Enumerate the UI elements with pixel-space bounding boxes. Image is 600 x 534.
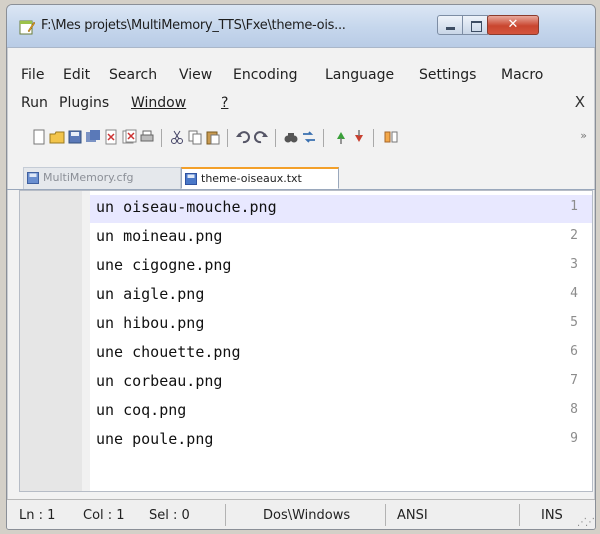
redo-icon[interactable] xyxy=(253,129,269,145)
menu-search[interactable]: Search xyxy=(109,67,157,83)
menu-plugins[interactable]: Plugins xyxy=(59,95,109,111)
text-editor[interactable]: 1 un oiseau-mouche.png 2 un moineau.png 3 une… xyxy=(19,190,593,492)
undo-icon[interactable] xyxy=(235,129,251,145)
toolbar-separator xyxy=(161,129,162,147)
toolbar-overflow-chevron[interactable]: » xyxy=(580,129,587,142)
editor-line-text[interactable]: un coq.png xyxy=(96,401,186,419)
tab-bar: MultiMemory.cfg theme-oiseaux.txt xyxy=(7,165,595,190)
title-bar[interactable]: F:\Mes projets\MultiMemory_TTS\Fxe\theme… xyxy=(7,5,595,48)
minimize-button[interactable] xyxy=(437,15,463,35)
fold-margin[interactable] xyxy=(82,191,90,491)
sync-scroll-icon[interactable] xyxy=(383,129,399,145)
maximize-button[interactable] xyxy=(462,15,488,35)
line-number: 7 xyxy=(570,373,578,388)
status-encoding: ANSI xyxy=(397,508,428,523)
close-all-icon[interactable] xyxy=(121,129,137,145)
status-separator xyxy=(385,504,386,526)
maximize-icon xyxy=(471,21,482,32)
window-title: F:\Mes projets\MultiMemory_TTS\Fxe\theme… xyxy=(41,18,346,33)
close-icon: ✕ xyxy=(507,17,519,32)
zoom-in-icon[interactable] xyxy=(333,129,349,145)
status-column: Col : 1 xyxy=(83,508,125,523)
menu-run[interactable]: Run xyxy=(21,95,48,111)
editor-window: F:\Mes projets\MultiMemory_TTS\Fxe\theme… xyxy=(6,4,596,530)
copy-icon[interactable] xyxy=(187,129,203,145)
cut-icon[interactable] xyxy=(169,129,185,145)
editor-line-text[interactable]: une poule.png xyxy=(96,430,213,448)
status-eol-format: Dos\Windows xyxy=(263,508,351,523)
toolbar-separator xyxy=(373,129,374,147)
status-selection: Sel : 0 xyxy=(149,508,190,523)
editor-line-text[interactable]: un moineau.png xyxy=(96,227,222,245)
toolbar-separator xyxy=(275,129,276,147)
status-separator xyxy=(519,504,520,526)
editor-line-text[interactable]: une chouette.png xyxy=(96,343,241,361)
line-number: 9 xyxy=(570,431,578,446)
line-number: 1 xyxy=(570,199,578,214)
line-number: 8 xyxy=(570,402,578,417)
line-number-gutter xyxy=(20,191,83,491)
line-number: 3 xyxy=(570,257,578,272)
find-icon[interactable] xyxy=(283,129,299,145)
close-document-button[interactable]: X xyxy=(575,93,585,111)
status-separator xyxy=(225,504,226,526)
toolbar-separator xyxy=(323,129,324,147)
menu-edit[interactable]: Edit xyxy=(63,67,90,83)
toolbar-separator xyxy=(227,129,228,147)
zoom-out-icon[interactable] xyxy=(351,129,367,145)
menu-view[interactable]: View xyxy=(179,67,212,83)
tab-theme-oiseaux-txt[interactable]: theme-oiseaux.txt xyxy=(181,167,339,189)
notepad-app-icon xyxy=(19,20,35,35)
line-number: 5 xyxy=(570,315,578,330)
close-file-icon[interactable] xyxy=(103,129,119,145)
status-insert-mode: INS xyxy=(541,508,563,523)
menu-macro[interactable]: Macro xyxy=(501,67,543,83)
editor-line-text[interactable]: une cigogne.png xyxy=(96,256,231,274)
line-number: 4 xyxy=(570,286,578,301)
line-number: 2 xyxy=(570,228,578,243)
editor-line-text[interactable]: un oiseau-mouche.png xyxy=(96,198,277,216)
menu-bar: File Edit Search View Encoding Language … xyxy=(7,63,595,117)
menu-settings[interactable]: Settings xyxy=(419,67,476,83)
save-icon[interactable] xyxy=(67,129,83,145)
saved-file-icon xyxy=(27,172,39,184)
save-all-icon[interactable] xyxy=(85,129,101,145)
editor-line-text[interactable]: un corbeau.png xyxy=(96,372,222,390)
open-folder-icon[interactable] xyxy=(49,129,65,145)
replace-icon[interactable] xyxy=(301,129,317,145)
editor-line-text[interactable]: un hibou.png xyxy=(96,314,204,332)
tab-label: theme-oiseaux.txt xyxy=(201,172,302,185)
toolbar: » xyxy=(17,123,587,151)
minimize-icon xyxy=(446,27,455,30)
saved-file-icon xyxy=(185,173,197,185)
menu-help[interactable]: ? xyxy=(221,95,228,111)
new-file-icon[interactable] xyxy=(31,129,47,145)
tab-multimemory-cfg[interactable]: MultiMemory.cfg xyxy=(23,167,181,189)
menu-encoding[interactable]: Encoding xyxy=(233,67,298,83)
menu-file[interactable]: File xyxy=(21,67,44,83)
resize-grip-icon[interactable]: ⋰⋰ xyxy=(577,517,595,528)
line-number: 6 xyxy=(570,344,578,359)
editor-line-text[interactable]: un aigle.png xyxy=(96,285,204,303)
paste-icon[interactable] xyxy=(205,129,221,145)
status-line: Ln : 1 xyxy=(19,508,56,523)
print-icon[interactable] xyxy=(139,129,155,145)
tab-label: MultiMemory.cfg xyxy=(43,171,134,184)
status-bar: Ln : 1 Col : 1 Sel : 0 Dos\Windows ANSI … xyxy=(7,499,595,529)
menu-window[interactable]: Window xyxy=(131,95,186,111)
menu-language[interactable]: Language xyxy=(325,67,394,83)
close-button[interactable]: ✕ xyxy=(487,15,539,35)
